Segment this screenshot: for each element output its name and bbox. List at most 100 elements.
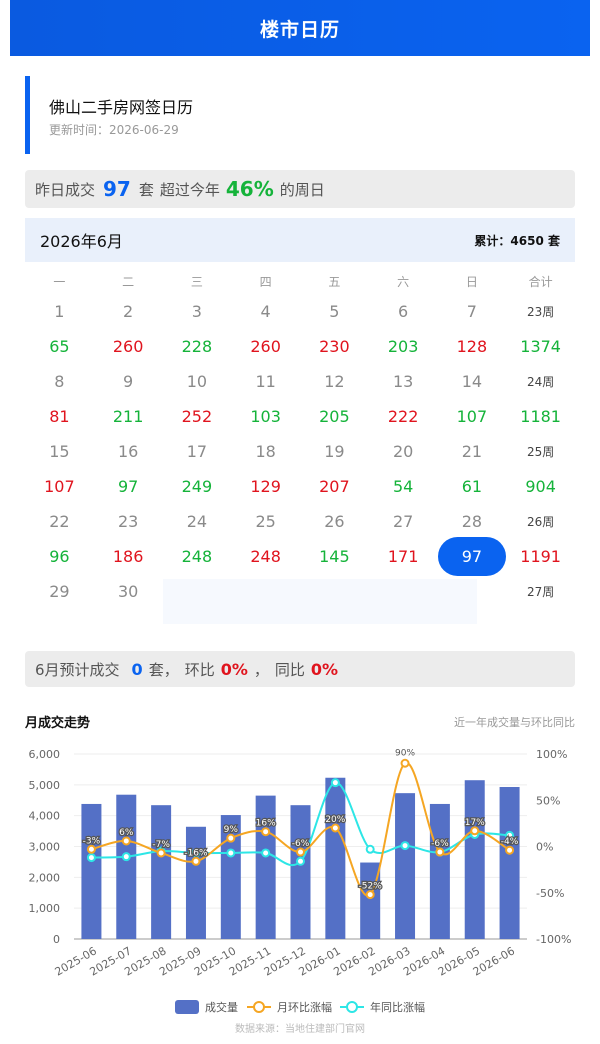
day-number[interactable]: 30 bbox=[94, 582, 163, 601]
day-value-cell[interactable]: 252 bbox=[163, 407, 232, 426]
day-value-cell[interactable]: 97 bbox=[437, 537, 507, 576]
day-value-cell[interactable]: 65 bbox=[25, 337, 94, 356]
day-number[interactable]: 13 bbox=[369, 372, 438, 391]
day-value-cell[interactable]: 248 bbox=[231, 547, 300, 566]
day-value-cell[interactable]: 260 bbox=[231, 337, 300, 356]
day-number[interactable]: 26 bbox=[300, 512, 369, 531]
week-total: 1191 bbox=[520, 547, 561, 566]
bar bbox=[116, 794, 137, 939]
week-total: 1181 bbox=[520, 407, 561, 426]
day-number[interactable]: 8 bbox=[25, 372, 94, 391]
data-label: -4% bbox=[501, 837, 519, 847]
yesterday-unit: 套 bbox=[138, 180, 154, 199]
day-number[interactable]: 28 bbox=[438, 512, 507, 531]
day-value-cell[interactable]: 107 bbox=[438, 407, 507, 426]
day-value-cell[interactable]: 186 bbox=[94, 547, 163, 566]
day-number[interactable]: 17 bbox=[163, 442, 232, 461]
week-total: 1374 bbox=[520, 337, 561, 356]
week-label: 25周 bbox=[526, 445, 555, 459]
day-number[interactable]: 4 bbox=[231, 302, 300, 321]
day-number[interactable]: 16 bbox=[94, 442, 163, 461]
day-number[interactable]: 19 bbox=[300, 442, 369, 461]
day-number[interactable]: 9 bbox=[94, 372, 163, 391]
day-number[interactable]: 3 bbox=[163, 302, 232, 321]
series-point bbox=[226, 833, 236, 843]
y-right-tick-label: 50% bbox=[536, 794, 560, 807]
y-right-tick-label: 0% bbox=[536, 841, 553, 854]
week-label: 27周 bbox=[526, 585, 555, 599]
day-value-cell[interactable]: 61 bbox=[438, 477, 507, 496]
day-number[interactable]: 22 bbox=[25, 512, 94, 531]
weekday-label: 六 bbox=[397, 274, 410, 289]
day-value-cell[interactable]: 249 bbox=[163, 477, 232, 496]
app-header: 楼市日历 bbox=[10, 0, 590, 56]
day-value: 54 bbox=[392, 477, 414, 496]
day-number[interactable]: 1 bbox=[25, 302, 94, 321]
month-header: 2026年6月 累计：4650 套 bbox=[25, 218, 575, 262]
day-number[interactable]: 14 bbox=[438, 372, 507, 391]
bar bbox=[81, 803, 102, 939]
day-value-cell[interactable]: 205 bbox=[300, 407, 369, 426]
day-value-cell[interactable]: 97 bbox=[94, 477, 163, 496]
day-value-cell[interactable]: 81 bbox=[25, 407, 94, 426]
day-value-cell[interactable]: 145 bbox=[300, 547, 369, 566]
day-number[interactable]: 12 bbox=[300, 372, 369, 391]
day-value-cell[interactable]: 54 bbox=[369, 477, 438, 496]
series-point bbox=[330, 778, 340, 788]
day-number[interactable]: 24 bbox=[163, 512, 232, 531]
day-number[interactable]: 2 bbox=[94, 302, 163, 321]
day-value-cell[interactable]: 103 bbox=[231, 407, 300, 426]
page-title: 佛山二手房网签日历 bbox=[49, 98, 194, 117]
day-number[interactable]: 21 bbox=[438, 442, 507, 461]
weekday-label: 合计 bbox=[528, 274, 553, 289]
day-value: 128 bbox=[456, 337, 488, 356]
day-number[interactable]: 5 bbox=[300, 302, 369, 321]
day-value-cell[interactable]: 171 bbox=[369, 547, 438, 566]
day-value-cell[interactable]: 207 bbox=[300, 477, 369, 496]
day-number[interactable]: 18 bbox=[231, 442, 300, 461]
weekday-label: 五 bbox=[328, 274, 341, 289]
day-value-cell[interactable]: 96 bbox=[25, 547, 94, 566]
series-point bbox=[435, 847, 445, 857]
day-value-cell[interactable]: 107 bbox=[25, 477, 94, 496]
day-value: 65 bbox=[49, 337, 70, 356]
day-value-cell[interactable]: 222 bbox=[369, 407, 438, 426]
day-value-cell[interactable]: 211 bbox=[94, 407, 163, 426]
series-point bbox=[86, 853, 96, 863]
day-value-cell[interactable]: 129 bbox=[231, 477, 300, 496]
day-value: 103 bbox=[250, 407, 281, 426]
series-point bbox=[261, 848, 271, 858]
series-point bbox=[470, 826, 480, 836]
week-label: 23周 bbox=[526, 305, 555, 319]
day-value: 260 bbox=[250, 337, 281, 356]
day-value-cell[interactable]: 248 bbox=[163, 547, 232, 566]
data-label: -6% bbox=[431, 839, 449, 849]
day-value: 248 bbox=[181, 547, 213, 566]
day-value-cell[interactable]: 230 bbox=[300, 337, 369, 356]
day-value: 203 bbox=[387, 337, 419, 356]
y-left-tick-label: 6,000 bbox=[29, 748, 61, 761]
day-number[interactable]: 23 bbox=[94, 512, 163, 531]
day-value: 186 bbox=[112, 547, 144, 566]
day-value-cell[interactable]: 228 bbox=[163, 337, 232, 356]
day-value-cell[interactable]: 128 bbox=[438, 337, 507, 356]
day-number[interactable]: 15 bbox=[25, 442, 94, 461]
day-number[interactable]: 25 bbox=[231, 512, 300, 531]
forecast-yoy-label: 同比 bbox=[274, 660, 305, 679]
y-left-tick-label: 1,000 bbox=[29, 902, 61, 915]
day-value-cell[interactable]: 203 bbox=[369, 337, 438, 356]
day-number[interactable]: 27 bbox=[369, 512, 438, 531]
day-number[interactable]: 20 bbox=[369, 442, 438, 461]
day-number-row: 1 2 3 4 5 6 7 23周 bbox=[25, 294, 575, 329]
data-label: -7% bbox=[152, 840, 170, 850]
series-point bbox=[296, 856, 305, 866]
selected-day-value[interactable]: 97 bbox=[437, 537, 506, 576]
day-value: 205 bbox=[319, 407, 350, 426]
day-value-cell[interactable]: 260 bbox=[94, 337, 163, 356]
day-number[interactable]: 6 bbox=[369, 302, 438, 321]
day-number[interactable]: 7 bbox=[438, 302, 507, 321]
series-point bbox=[226, 848, 236, 858]
day-number[interactable]: 10 bbox=[163, 372, 232, 391]
day-number[interactable]: 11 bbox=[231, 372, 300, 391]
day-number[interactable]: 29 bbox=[25, 582, 94, 601]
